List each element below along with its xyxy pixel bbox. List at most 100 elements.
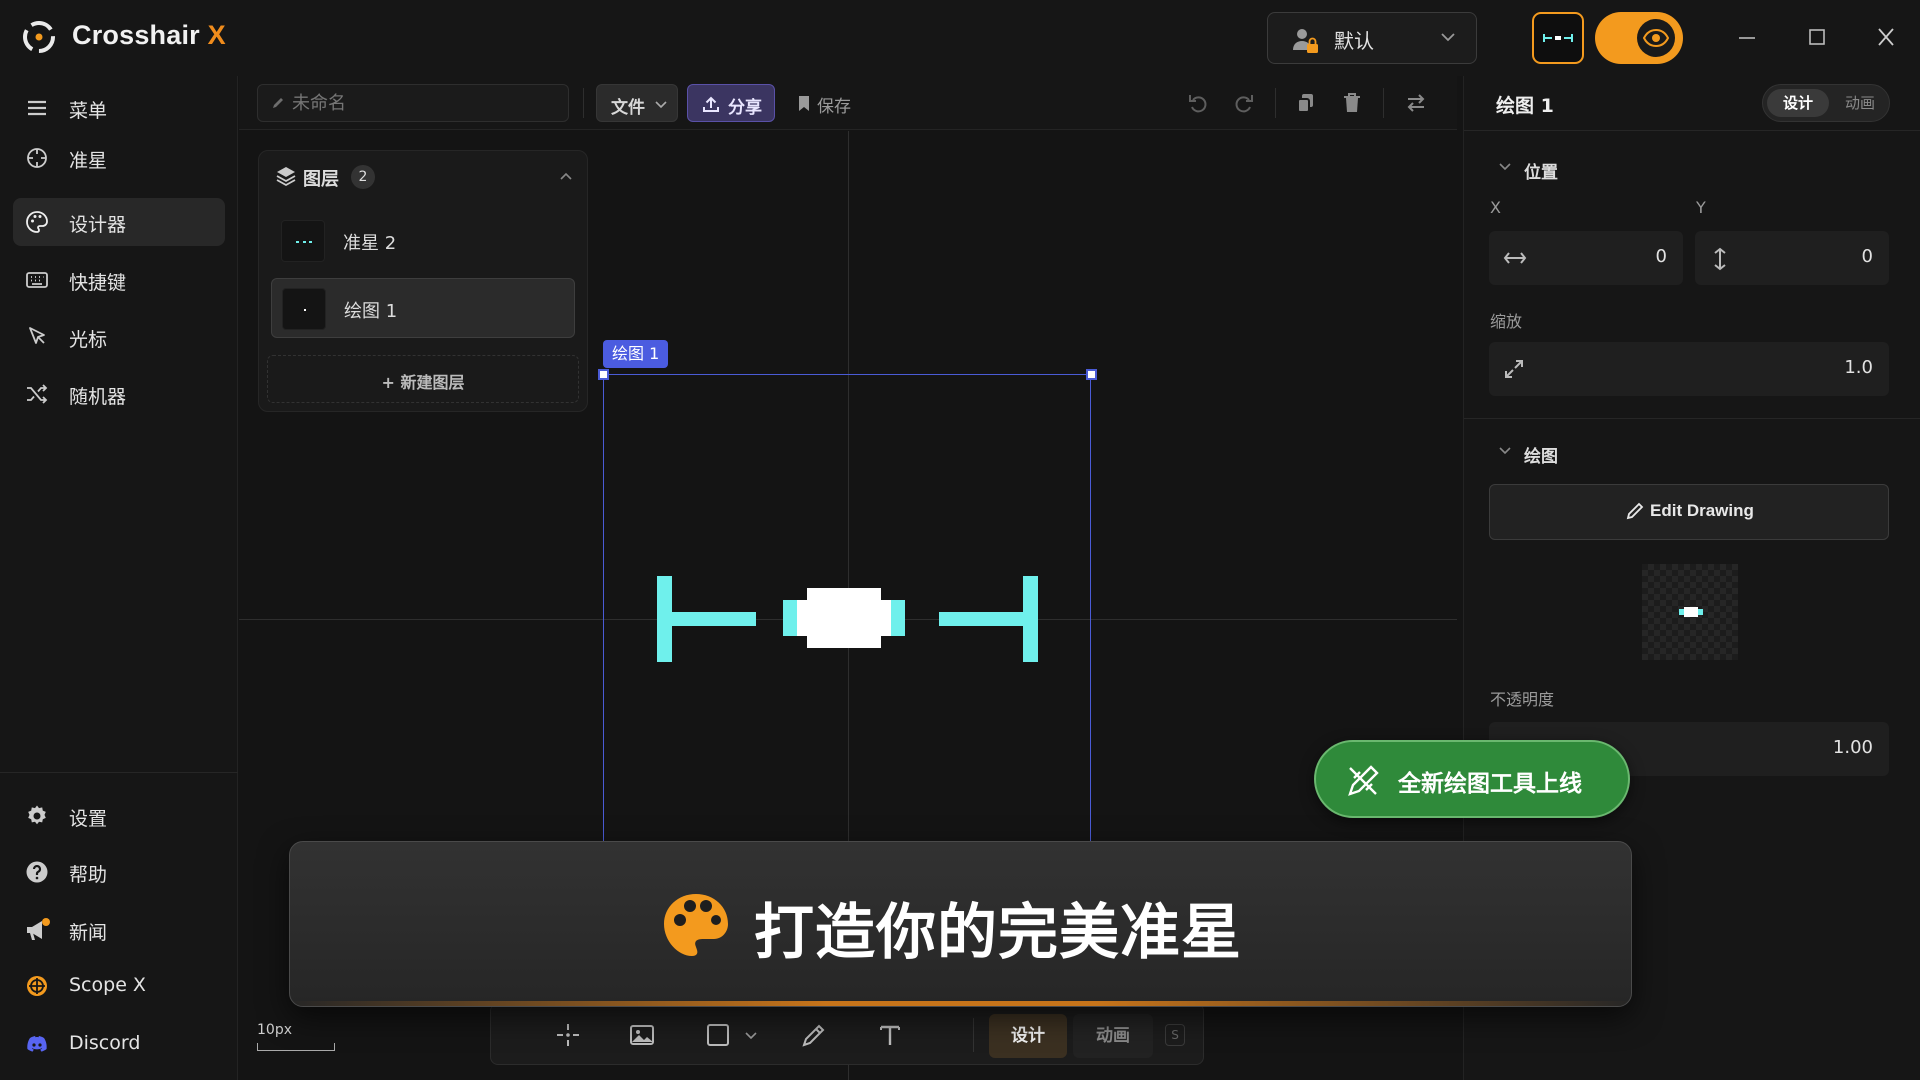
text-tool-icon[interactable]: [877, 1022, 903, 1048]
eye-icon: [1643, 28, 1669, 48]
sidebar-item-label: 设计器: [69, 214, 127, 236]
crosshair-name-input[interactable]: [257, 84, 569, 122]
tab-design[interactable]: 设计: [1767, 89, 1829, 117]
profile-selector[interactable]: 默认: [1267, 12, 1477, 64]
editor-toolbar: 文件 分享 保存: [239, 76, 1457, 130]
crosshair-icon: [25, 146, 49, 170]
sidebar-item-designer[interactable]: 设计器: [13, 198, 225, 246]
vertical-arrows-icon: [1709, 247, 1731, 271]
layer-item[interactable]: 准星 2: [271, 211, 575, 271]
drawing-tools-bar: 设计 动画 S: [490, 1003, 1204, 1065]
sidebar-item-randomizer[interactable]: 随机器: [13, 370, 225, 418]
chevron-up-icon[interactable]: [559, 171, 573, 181]
crosshair-visibility-toggle[interactable]: [1595, 12, 1683, 64]
sidebar-divider: [0, 772, 238, 773]
sidebar-item-label: 菜单: [69, 100, 108, 122]
new-layer-label: + 新建图层: [381, 373, 465, 392]
new-drawing-tools-badge[interactable]: 全新绘图工具上线: [1314, 740, 1630, 818]
gear-icon: [25, 804, 49, 828]
crosshair-logo-icon: [20, 18, 58, 56]
sidebar-item-news[interactable]: 新闻: [13, 906, 225, 954]
x-position-field[interactable]: 0: [1489, 231, 1683, 285]
profile-label: 默认: [1334, 29, 1374, 53]
layers-count-badge: 2: [351, 165, 375, 189]
help-icon: [25, 860, 49, 884]
pen-tool-icon[interactable]: [801, 1022, 827, 1048]
position-section-title: 位置: [1524, 163, 1558, 183]
sidebar-item-discord[interactable]: Discord: [13, 1020, 225, 1068]
tools-divider: [973, 1018, 974, 1052]
scale-label: 缩放: [1490, 312, 1523, 331]
redo-icon[interactable]: [1233, 92, 1255, 114]
undo-icon[interactable]: [1187, 92, 1209, 114]
drawing-preview: [1642, 564, 1738, 660]
crosshair-preview-button[interactable]: [1532, 12, 1584, 64]
bookmark-icon: [797, 95, 811, 112]
edit-drawing-button[interactable]: Edit Drawing: [1489, 484, 1889, 540]
pencil-icon: [1626, 502, 1644, 520]
scale-indicator-label: 10px: [257, 1022, 292, 1038]
drawing-section-header[interactable]: 绘图: [1498, 446, 1558, 467]
crosshair-drawing[interactable]: [657, 576, 1042, 662]
sidebar-item-settings[interactable]: 设置: [13, 792, 225, 840]
upload-icon: [702, 95, 720, 113]
shape-tool-icon[interactable]: [705, 1022, 731, 1048]
x-label: X: [1490, 198, 1501, 217]
minimize-button[interactable]: [1738, 24, 1756, 52]
file-menu-label: 文件: [611, 98, 645, 118]
file-menu-button[interactable]: 文件: [596, 84, 678, 122]
scale-indicator-bar: [257, 1043, 335, 1051]
sidebar-item-label: 新闻: [69, 922, 108, 944]
layer-name: 准星 2: [343, 233, 397, 254]
new-layer-button[interactable]: + 新建图层: [267, 355, 579, 403]
scope-icon: [25, 974, 49, 998]
tab-animate[interactable]: 动画: [1833, 89, 1887, 117]
layer-thumbnail: [281, 220, 325, 262]
properties-title: 绘图 1: [1496, 95, 1554, 117]
title-bar: Crosshair X 默认: [0, 0, 1920, 76]
selection-label: 绘图 1: [603, 340, 669, 368]
share-button[interactable]: 分享: [687, 84, 775, 122]
share-label: 分享: [728, 98, 762, 118]
y-position-field[interactable]: 0: [1695, 231, 1889, 285]
duplicate-icon[interactable]: [1295, 92, 1317, 114]
app-brand: Crosshair X: [72, 20, 226, 50]
position-section-header[interactable]: 位置: [1498, 162, 1558, 183]
chevron-down-icon: [1498, 162, 1512, 172]
sidebar-item-help[interactable]: 帮助: [13, 848, 225, 896]
swap-icon[interactable]: [1405, 92, 1427, 114]
layer-item[interactable]: 绘图 1: [271, 278, 575, 338]
expand-icon: [1503, 358, 1525, 380]
maximize-button[interactable]: [1808, 24, 1826, 52]
panel-divider: [1464, 130, 1920, 131]
toolbar-divider: [1383, 88, 1384, 118]
sidebar-item-label: 光标: [69, 329, 108, 351]
sidebar-item-label: 准星: [69, 150, 108, 172]
scale-value: 1.0: [1844, 357, 1873, 378]
sidebar-item-crosshair[interactable]: 准星: [13, 134, 225, 182]
sidebar-item-label: 快捷键: [69, 272, 127, 294]
mode-segmented-control: 设计 动画: [1762, 84, 1890, 122]
bottom-tab-animate[interactable]: 动画: [1073, 1014, 1153, 1058]
image-tool-icon[interactable]: [629, 1022, 655, 1048]
scale-field[interactable]: 1.0: [1489, 342, 1889, 396]
resize-handle-top-left[interactable]: [598, 369, 609, 380]
layer-name: 绘图 1: [344, 301, 398, 322]
close-button[interactable]: [1876, 24, 1896, 52]
banner-glow-line: [290, 1001, 1631, 1006]
sidebar-item-label: 设置: [69, 808, 108, 830]
resize-handle-top-right[interactable]: [1086, 369, 1097, 380]
y-position-value: 0: [1861, 246, 1873, 267]
trash-icon[interactable]: [1341, 92, 1363, 114]
bottom-tab-design[interactable]: 设计: [989, 1014, 1067, 1058]
sidebar-item-hotkeys[interactable]: 快捷键: [13, 256, 225, 304]
sidebar-item-cursor[interactable]: 光标: [13, 313, 225, 361]
sidebar-item-menu[interactable]: 菜单: [13, 84, 225, 132]
move-tool-icon[interactable]: [555, 1022, 581, 1048]
draw-tools-icon: [1346, 764, 1382, 798]
chevron-down-icon: [1440, 31, 1456, 43]
sidebar-item-scope-x[interactable]: Scope X: [13, 962, 225, 1010]
chevron-down-icon[interactable]: [745, 1031, 757, 1040]
layer-thumbnail: [282, 288, 326, 330]
drawing-section-title: 绘图: [1524, 447, 1558, 467]
